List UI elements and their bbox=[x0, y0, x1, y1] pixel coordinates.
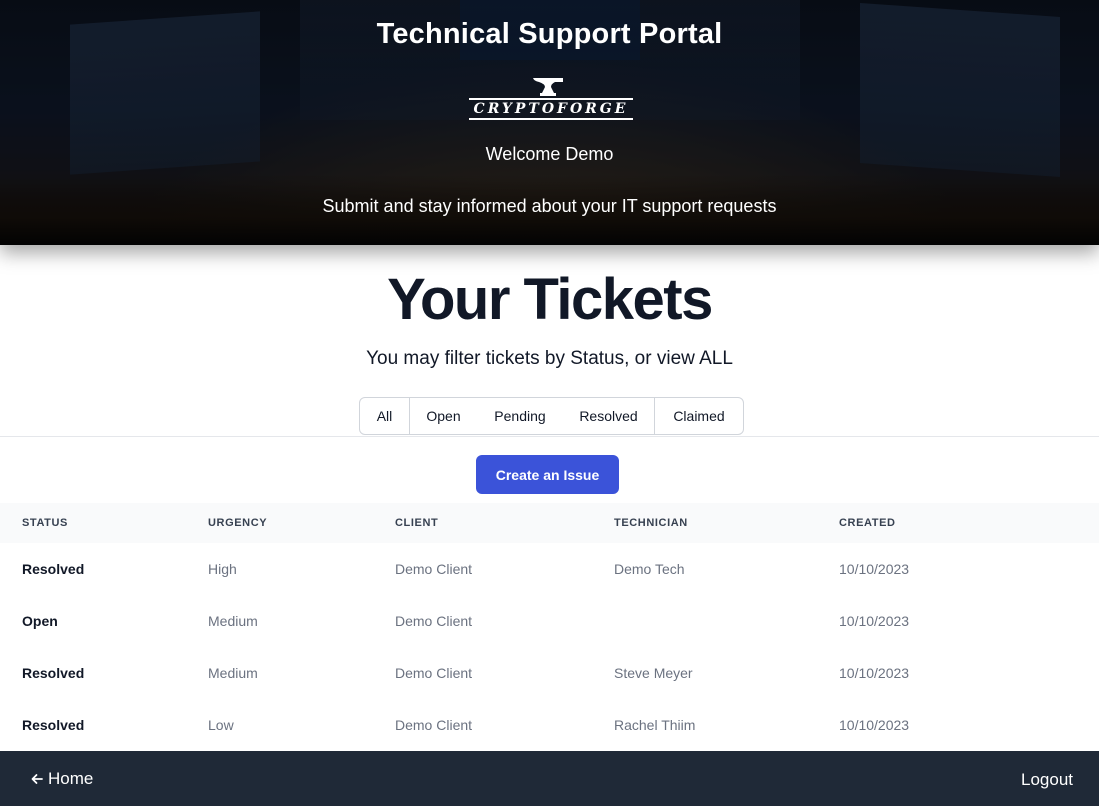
hero-banner: Technical Support Portal CRYPTOFORGE Wel… bbox=[0, 0, 1099, 245]
created-cell: 10/10/2023 bbox=[839, 665, 910, 681]
hero-subtitle: Submit and stay informed about your IT s… bbox=[322, 196, 777, 216]
table-row[interactable]: Open Medium Demo Client 10/10/2023 bbox=[0, 595, 1099, 647]
home-link[interactable]: Home bbox=[30, 769, 93, 789]
filter-all-button[interactable]: All bbox=[360, 398, 410, 434]
urgency-cell: High bbox=[208, 561, 237, 577]
tickets-table: STATUS URGENCY CLIENT TECHNICIAN CREATED… bbox=[0, 503, 1099, 751]
table-row[interactable]: Resolved Low Demo Client Rachel Thiim 10… bbox=[0, 699, 1099, 751]
filter-claimed-button[interactable]: Claimed bbox=[655, 398, 743, 434]
page-title: Your Tickets bbox=[387, 267, 713, 332]
status-cell: Resolved bbox=[22, 665, 85, 681]
arrow-left-icon bbox=[31, 774, 43, 784]
client-cell: Demo Client bbox=[395, 717, 473, 733]
welcome-text: Welcome Demo bbox=[485, 144, 614, 164]
home-link-label: Home bbox=[48, 769, 94, 788]
table-header-row: STATUS URGENCY CLIENT TECHNICIAN CREATED bbox=[0, 503, 1099, 543]
column-header-technician[interactable]: TECHNICIAN bbox=[614, 517, 688, 529]
column-header-client[interactable]: CLIENT bbox=[395, 517, 438, 529]
filter-pending-button[interactable]: Pending bbox=[477, 398, 563, 434]
created-cell: 10/10/2023 bbox=[839, 613, 910, 629]
column-header-created[interactable]: CREATED bbox=[839, 517, 896, 529]
status-cell: Resolved bbox=[22, 717, 85, 733]
technician-cell: Demo Tech bbox=[614, 561, 685, 577]
client-cell: Demo Client bbox=[395, 665, 473, 681]
page-subtitle: You may filter tickets by Status, or vie… bbox=[366, 348, 733, 369]
client-cell: Demo Client bbox=[395, 561, 473, 577]
status-cell: Resolved bbox=[22, 561, 85, 577]
logout-link[interactable]: Logout bbox=[1021, 770, 1073, 790]
table-row[interactable]: Resolved Medium Demo Client Steve Meyer … bbox=[0, 647, 1099, 699]
urgency-cell: Low bbox=[208, 717, 234, 733]
created-cell: 10/10/2023 bbox=[839, 717, 910, 733]
urgency-cell: Medium bbox=[208, 613, 258, 629]
anvil-icon bbox=[533, 78, 563, 96]
create-issue-button[interactable]: Create an Issue bbox=[476, 455, 619, 494]
status-cell: Open bbox=[22, 613, 58, 629]
status-filter-group: All Open Pending Resolved Claimed bbox=[359, 397, 744, 435]
section-divider bbox=[0, 436, 1099, 437]
column-header-status[interactable]: STATUS bbox=[22, 517, 68, 529]
logo-wordmark: CRYPTOFORGE bbox=[469, 98, 633, 120]
technician-cell: Rachel Thiim bbox=[614, 717, 696, 733]
urgency-cell: Medium bbox=[208, 665, 258, 681]
cryptoforge-logo: CRYPTOFORGE bbox=[469, 76, 633, 120]
portal-title: Technical Support Portal bbox=[376, 18, 723, 50]
filter-resolved-button[interactable]: Resolved bbox=[563, 398, 655, 434]
table-row[interactable]: Resolved High Demo Client Demo Tech 10/1… bbox=[0, 543, 1099, 595]
technician-cell: Steve Meyer bbox=[614, 665, 693, 681]
filter-open-button[interactable]: Open bbox=[410, 398, 477, 434]
column-header-urgency[interactable]: URGENCY bbox=[208, 517, 267, 529]
created-cell: 10/10/2023 bbox=[839, 561, 910, 577]
client-cell: Demo Client bbox=[395, 613, 473, 629]
footer-bar: Home Logout bbox=[0, 751, 1099, 806]
